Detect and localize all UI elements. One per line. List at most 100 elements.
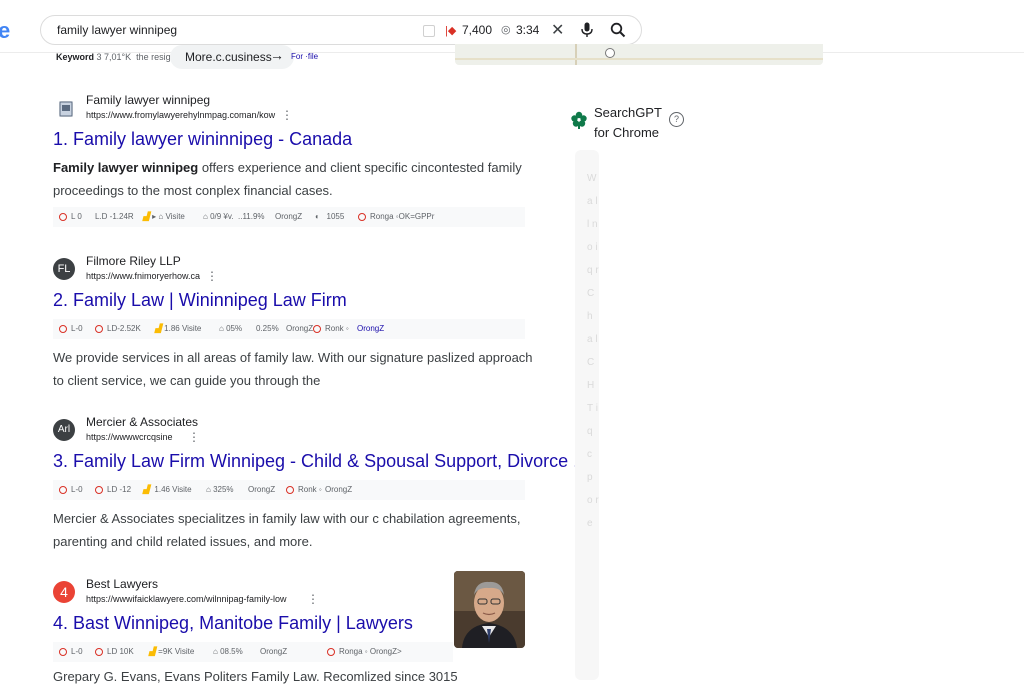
circle-icon [95, 648, 103, 656]
bar-chart-icon: ▟ [155, 324, 162, 333]
metric-orong: OrongZ [248, 485, 276, 494]
more-business-button[interactable]: More.c.cusiness → [170, 45, 294, 69]
metric-percent: 0.25% [256, 324, 279, 333]
clear-icon[interactable]: ✕ [551, 20, 564, 40]
clock-icon: ◎ [501, 24, 511, 36]
circle-icon [59, 486, 67, 494]
more-options-icon[interactable]: ⋮ [188, 430, 200, 444]
site-name: Filmore Riley LLP [86, 254, 181, 268]
keyword-value: 3 7,01°K [96, 52, 132, 62]
arrow-right-icon: → [270, 47, 284, 63]
circle-icon [358, 213, 366, 221]
seo-metrics-bar: L-0 LD-2.52K ▟ 1.86 Visite ⌂ 05% 0.25% Or… [53, 319, 525, 339]
keyword-label: Keyword [56, 52, 95, 62]
metric-ld: LD -12 [95, 485, 131, 494]
result-title-link[interactable]: 2. Family Law | Wininnipeg Law Firm [53, 290, 543, 311]
search-result: Family lawyer winnipeg https://www.fromy… [53, 93, 543, 227]
for-file-link[interactable]: For ·file [291, 52, 318, 61]
metric-visits: ▟ ▸ ⌂ Visite [143, 212, 185, 221]
metric-rank: ⌂ 08.5% [213, 647, 243, 656]
result-description: Grepary G. Evans, Evans Politers Family … [53, 669, 458, 684]
search-icon[interactable] [610, 22, 626, 43]
filmore-riley-icon: FL [53, 258, 75, 280]
bar-chart-icon: ▟ [143, 485, 150, 494]
time-value: 3:34 [516, 23, 540, 37]
more-button-label: More.c.cusiness [185, 50, 272, 64]
metric-ronga: Ronga ◦ OrongZ> [327, 647, 402, 656]
result-title-link[interactable]: 3. Family Law Firm Winnipeg - Child & Sp… [53, 451, 588, 472]
result-description: Mercier & Associates specialitzes in fam… [53, 511, 521, 549]
search-result: Arl Mercier & Associates https://wwwwcrc… [53, 415, 588, 553]
metric-percent: ..11.9% [238, 212, 265, 221]
metric-rank: ⌂ 325% [206, 485, 234, 494]
search-result: FL Filmore Riley LLP https://www.fnimory… [53, 254, 543, 392]
metric-visits: ▟ 1.86 Visite [155, 324, 202, 333]
searchgpt-title[interactable]: SearchGPT for Chrome [594, 103, 662, 143]
map-preview[interactable] [455, 44, 823, 65]
searchgpt-title-line1: SearchGPT [594, 105, 662, 120]
lawyer-portrait-image[interactable] [454, 571, 525, 648]
more-options-icon[interactable]: ⋮ [206, 269, 218, 283]
metric-orong-2: OrongZ [325, 485, 353, 494]
description-bold: Family lawyer winnipeg [53, 160, 199, 175]
bar-chart-icon: ▟ [143, 212, 150, 221]
help-icon[interactable]: ? [669, 112, 684, 127]
mercier-associates-icon: Arl [53, 419, 75, 441]
metric-ronga: Ronga ◦OK=GPPr [358, 212, 434, 221]
circle-icon [95, 325, 103, 333]
result-description: Family lawyer winnipeg offers experience… [53, 156, 533, 202]
map-road [455, 58, 823, 60]
best-lawyers-icon: 4 [53, 581, 75, 603]
metric-l: L-0 [59, 647, 83, 656]
logo-fragment[interactable]: e [0, 18, 10, 44]
search-input[interactable]: family lawyer winnipeg [57, 23, 177, 37]
metric-orong-link[interactable]: OrongZ [357, 324, 384, 333]
metric-orong: OrongZ [275, 212, 303, 221]
site-url: https://www.fnimoryerhow.ca [86, 271, 201, 281]
searchgpt-logo-icon [571, 111, 587, 134]
map-road [575, 44, 577, 65]
metric-ld: LD 10K [95, 647, 134, 656]
site-url: https://wwwwcrcqsine [86, 432, 173, 442]
result-description: We provide services in all areas of fami… [53, 350, 533, 388]
metric-ld: L.D -1.24R [95, 212, 134, 221]
site-header[interactable]: Arl Mercier & Associates https://wwwwcrc… [53, 415, 543, 449]
metric-l: L-0 [59, 485, 83, 494]
more-options-icon[interactable]: ⋮ [307, 592, 319, 606]
seo-metrics-bar: L-0 LD -12 ▟ 1.46 Visite ⌂ 325% OrongZ R… [53, 480, 525, 500]
circle-icon [59, 325, 67, 333]
metric-orong: OrongZ [260, 647, 288, 656]
map-pin-icon [605, 48, 615, 58]
keyword-row: Keyword 3 7,01°K the resign ▸ [56, 52, 183, 63]
metric-rank: ⌂ 0/9 ¥v. [203, 212, 234, 221]
document-icon [59, 101, 73, 117]
metric-count: ◐ 1055 [315, 212, 345, 221]
circle-icon [313, 325, 321, 333]
circle-icon [59, 213, 67, 221]
metric-orong: OrongZ [286, 324, 314, 333]
metric-ld: LD-2.52K [95, 324, 141, 333]
site-header[interactable]: FL Filmore Riley LLP https://www.fnimory… [53, 254, 543, 288]
metric-ronk: Ronk ◦ [313, 324, 349, 333]
checkbox-icon[interactable] [423, 25, 435, 37]
seo-metrics-bar: L-0 LD 10K ▟ =9K Visite ⌂ 08.5% OrongZ Ro… [53, 642, 453, 662]
result-title-link[interactable]: 1. Family lawyer wininnipeg - Canada [53, 129, 543, 150]
site-name: Family lawyer winnipeg [86, 93, 211, 107]
searchgpt-faint-text: W a l l n o i q r C h a l C H T i q c p … [587, 173, 599, 529]
circle-icon [95, 486, 103, 494]
microphone-icon[interactable] [581, 22, 593, 43]
circle-icon [59, 648, 67, 656]
seo-metrics-bar: L 0 L.D -1.24R ▟ ▸ ⌂ Visite ⌂ 0/9 ¥v. ..1… [53, 207, 525, 227]
site-header[interactable]: Family lawyer winnipeg https://www.fromy… [53, 93, 543, 127]
more-options-icon[interactable]: ⋮ [281, 108, 293, 122]
metric-l: L 0 [59, 212, 82, 221]
site-url: https://wwwifaicklawyere.com/wilnnipag-f… [86, 594, 287, 604]
searchgpt-title-line2: for Chrome [594, 125, 660, 140]
search-box[interactable]: family lawyer winnipeg |◆ 7,400 ◎ 3:34 ✕ [40, 15, 642, 45]
metric-ronk: Ronk ◦ [286, 485, 322, 494]
flag-icon: |◆ [445, 25, 457, 37]
metric-l: L-0 [59, 324, 83, 333]
bar-chart-icon: ▟ [149, 647, 156, 656]
site-name: Mercier & Associates [86, 415, 199, 429]
metric-visits: ▟ 1.46 Visite [143, 485, 192, 494]
